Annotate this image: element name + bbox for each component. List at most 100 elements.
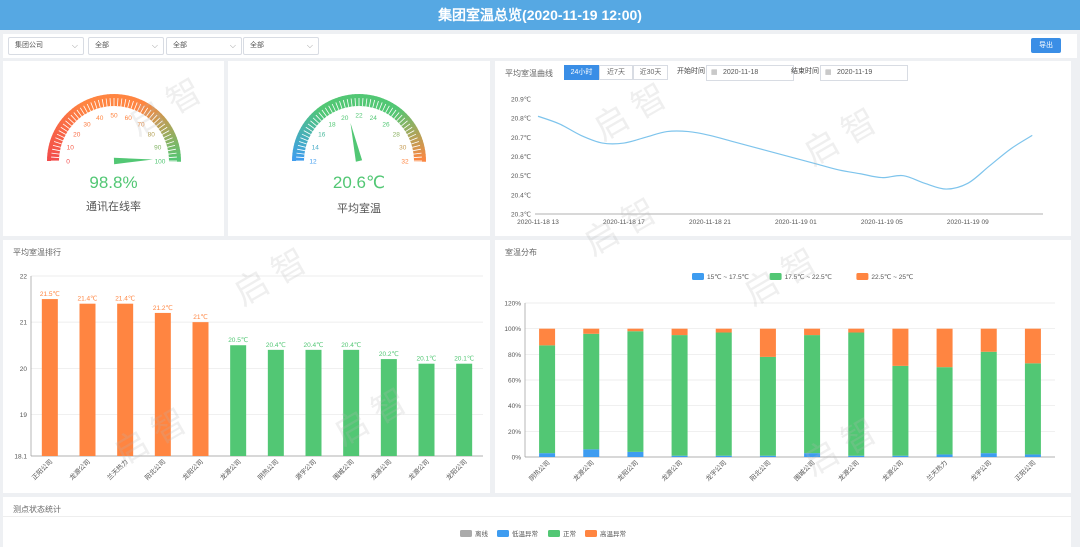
x-tick-label: 2020-11-19 05 <box>861 219 903 226</box>
gauge-tick <box>117 98 119 107</box>
bar <box>230 345 247 456</box>
filter-select-3[interactable]: 全部 ⌵ <box>166 37 242 55</box>
y-tick-label: 0% <box>512 455 522 462</box>
gauge-tick <box>109 98 111 107</box>
filter-select-4[interactable]: 全部 ⌵ <box>243 37 319 55</box>
gauge-tick <box>354 98 356 107</box>
tab-24h[interactable]: 24小时 <box>564 65 599 80</box>
status-panel: 测点状态统计 离线 低温异常 正常 高温异常 <box>3 497 1071 547</box>
trend-panel: 平均室温曲线 24小时 近7天 近30天 开始时间 ▦ 2020-11-18 结束… <box>495 61 1071 236</box>
y-tick-label: 20.6℃ <box>511 153 531 161</box>
legend-swatch <box>548 530 560 537</box>
ranking-panel: 平均室温排行 18.1 19 20 21 22 21.5℃ 正阳公司 21.4℃ 龙源公司 21.… <box>3 240 490 493</box>
online-rate-label: 通讯在线率 <box>86 201 141 213</box>
bar <box>418 363 435 456</box>
stacked-bar-segment <box>539 453 556 457</box>
divider <box>3 516 1071 517</box>
gauge-tick <box>51 156 60 158</box>
stacked-bar-segment <box>892 328 909 366</box>
end-date-input[interactable]: ▦ 2020-11-19 <box>820 65 908 81</box>
x-tick-label: 龙源公司 <box>406 457 431 482</box>
avg-temp-panel: 12 14 16 18 20 22 24 26 28 30 32 20.6℃ 平均室温 <box>228 61 490 236</box>
bar-value-label: 21.5℃ <box>40 290 60 298</box>
stacked-bar-segment <box>627 451 644 457</box>
stacked-bar-segment <box>980 328 997 352</box>
start-time-label: 开始时间 <box>677 68 705 75</box>
filter-select-2[interactable]: 全部 ⌵ <box>88 37 164 55</box>
bar-value-label: 20.4℃ <box>266 341 286 349</box>
gauge-tick-label: 70 <box>137 121 145 128</box>
bar-value-label: 21.2℃ <box>153 304 173 312</box>
x-tick-label: 龙宇公司 <box>968 458 993 483</box>
x-tick-label: 兰天热力 <box>105 457 130 482</box>
x-tick-label: 龙源公司 <box>571 458 596 483</box>
stacked-bar-segment <box>804 328 821 336</box>
gauge-tick-label: 90 <box>154 144 162 151</box>
x-tick-label: 围城公司 <box>792 459 816 483</box>
x-tick-label: 龙源公司 <box>880 458 905 483</box>
x-tick-label: 围城公司 <box>332 458 356 482</box>
stacked-bar-segment <box>715 332 732 456</box>
online-rate-value: 98.8% <box>89 173 138 192</box>
y-tick-label: 20.5℃ <box>511 172 531 180</box>
bar-value-label: 21.4℃ <box>115 295 135 303</box>
avg-temp-value: 20.6℃ <box>332 173 386 192</box>
distribution-chart: 15℃ ~ 17.5℃ 17.5℃ ~ 22.5℃ 22.5℃ ~ 25℃ 0% 20%… <box>504 273 1055 483</box>
gauge-needle <box>113 157 153 165</box>
stacked-bar-segment <box>1024 363 1041 455</box>
y-tick-label: 100% <box>504 326 521 333</box>
stacked-bar-segment <box>627 328 644 332</box>
export-button[interactable]: 导出 <box>1031 38 1061 53</box>
stacked-bar-segment <box>936 367 953 455</box>
start-date-input[interactable]: ▦ 2020-11-18 <box>706 65 794 81</box>
end-time-label: 结束时间 <box>791 68 819 75</box>
tab-30d[interactable]: 近30天 <box>633 65 668 80</box>
legend-swatch <box>497 530 509 537</box>
y-tick-label: 20 <box>20 366 28 373</box>
bar <box>343 349 360 456</box>
gauge-tick-label: 20 <box>73 131 81 138</box>
x-tick-label: 阴热公司 <box>255 457 280 482</box>
x-tick-label: 龙源公司 <box>67 457 92 482</box>
gauge-tick <box>296 156 305 158</box>
page-title: 集团室温总览(2020-11-19 12:00) <box>438 7 642 23</box>
stacked-bar-segment <box>892 455 909 457</box>
company-select[interactable]: 集团公司 ⌵ <box>8 37 84 55</box>
bar <box>267 349 284 456</box>
bar-value-label: 20.1℃ <box>417 355 437 363</box>
stacked-bar-segment <box>671 328 688 336</box>
gauge-tick-label: 18 <box>328 121 336 128</box>
calendar-icon: ▦ <box>825 69 832 76</box>
chevron-down-icon: ⌵ <box>306 41 313 50</box>
stacked-bar-segment <box>671 335 688 456</box>
legend-swatch <box>856 273 869 280</box>
stacked-bar-segment <box>1024 328 1041 364</box>
y-tick-label: 22 <box>20 274 28 281</box>
bar <box>192 322 209 456</box>
y-tick-label: 40% <box>508 403 521 410</box>
y-tick-label: 20% <box>508 429 521 436</box>
x-tick-label: 龙源公司 <box>218 457 243 482</box>
gauge-tick-label: 10 <box>67 144 75 151</box>
y-tick-label: 80% <box>508 352 521 359</box>
bar-value-label: 21.4℃ <box>78 295 98 303</box>
x-tick-label: 正阳公司 <box>1013 458 1038 483</box>
y-tick-label: 20.7℃ <box>511 134 531 142</box>
x-tick-label: 龙源公司 <box>659 458 684 483</box>
bar-value-label: 20.4℃ <box>304 341 324 349</box>
x-tick-label: 2020-11-18 13 <box>517 219 559 226</box>
gauge-tick-label: 16 <box>318 131 326 138</box>
bar <box>117 303 134 456</box>
tab-7d[interactable]: 近7天 <box>599 65 633 80</box>
gauge-tick-label: 80 <box>148 131 156 138</box>
stacked-bar-segment <box>539 328 556 346</box>
legend-label: 15℃ ~ 17.5℃ <box>707 273 749 281</box>
legend-label: 低温异常 <box>512 529 538 538</box>
stacked-bar-segment <box>892 365 909 456</box>
stacked-bar-segment <box>715 328 732 333</box>
stacked-bar-segment <box>583 333 600 450</box>
stacked-bar-segment <box>583 449 600 457</box>
stacked-bar-segment <box>848 328 865 333</box>
filter-toolbar: 集团公司 ⌵ 全部 ⌵ 全部 ⌵ 全部 ⌵ 导出 <box>3 34 1077 58</box>
x-tick-label: 龙阳公司 <box>180 457 205 482</box>
